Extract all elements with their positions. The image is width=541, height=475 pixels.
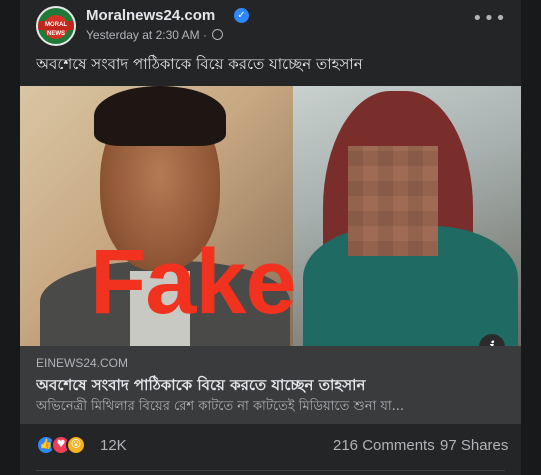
link-preview-image[interactable]: Fake i — [20, 86, 521, 346]
meta-separator: · — [202, 28, 207, 42]
link-title: অবশেষে সংবাদ পাঠিকাকে বিয়ে করতে যাচ্ছেন… — [36, 376, 366, 394]
post-timestamp[interactable]: Yesterday at 2:30 AM — [86, 28, 200, 42]
globe-icon — [212, 29, 224, 40]
comments-count-link[interactable]: 216 Comments — [333, 437, 435, 454]
post-caption: অবশেষে সংবাদ পাঠিকাকে বিয়ে করতে যাচ্ছেন… — [36, 55, 363, 73]
logo-text: MORAL NEWS — [38, 21, 74, 37]
pixelated-face — [348, 146, 438, 256]
link-description: অভিনেত্রী মিথিলার বিয়ের রেশ কাটতে না কা… — [36, 399, 405, 414]
reaction-count[interactable]: 12K — [100, 437, 127, 454]
wow-reaction-icon: 😮 — [66, 435, 86, 455]
facebook-post: MORAL NEWS Moralnews24.com ✓ Yesterday a… — [20, 0, 521, 475]
shares-count-link[interactable]: 97 Shares — [440, 437, 508, 454]
link-domain: EINEWS24.COM — [36, 356, 129, 370]
photo-woman-blurred — [293, 86, 521, 346]
post-meta: Yesterday at 2:30 AM · — [86, 28, 224, 42]
reactions-summary[interactable]: 👍 ♥ 😮 — [36, 435, 96, 457]
divider — [36, 470, 505, 471]
page-name-link[interactable]: Moralnews24.com — [86, 7, 215, 24]
engagement-bar: 👍 ♥ 😮 12K 216 Comments 97 Shares — [20, 430, 521, 462]
link-preview-box[interactable]: EINEWS24.COM অবশেষে সংবাদ পাঠিকাকে বিয়ে… — [20, 346, 521, 424]
fake-stamp: Fake — [90, 231, 297, 333]
more-options-button[interactable]: ••• — [472, 10, 506, 34]
verified-badge-icon: ✓ — [234, 8, 249, 23]
post-header: MORAL NEWS Moralnews24.com ✓ Yesterday a… — [20, 0, 521, 52]
page-avatar[interactable]: MORAL NEWS — [36, 6, 76, 46]
